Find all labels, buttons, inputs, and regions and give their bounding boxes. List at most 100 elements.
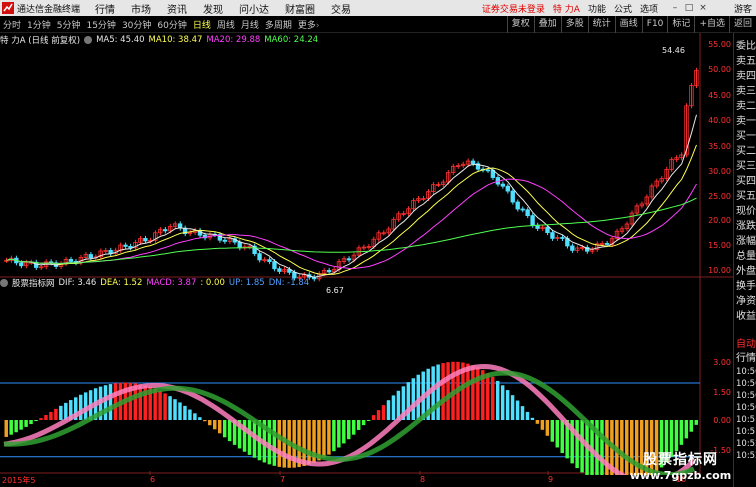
fuquan-button[interactable]: 复权 — [506, 16, 534, 33]
period-multi[interactable]: 多周期 — [262, 18, 295, 31]
macd-bar — [208, 420, 212, 426]
settings-icon[interactable] — [84, 36, 93, 44]
macd-bar — [213, 420, 217, 430]
menu-jiaoyi[interactable]: 交易 — [323, 1, 359, 16]
macd-bar — [411, 378, 416, 420]
menu-hangqing[interactable]: 行情 — [87, 1, 123, 16]
macd-bar — [694, 420, 698, 425]
kline-chart-area[interactable] — [0, 33, 733, 475]
rp-buy2: 买二 — [736, 146, 756, 157]
macd-bar — [332, 420, 336, 452]
menu-faxian[interactable]: 发现 — [195, 1, 231, 16]
macd-bar — [495, 380, 500, 420]
macd-bar — [54, 408, 58, 420]
macd-bar — [78, 394, 83, 420]
candle-body — [470, 160, 476, 165]
period-more[interactable]: 更多› — [295, 18, 323, 31]
menu-bar: 通达信金融终端 行情 市场 资讯 发现 问小达 财富圈 交易 证券交易未登录 特… — [0, 0, 756, 16]
menu-zixun[interactable]: 资讯 — [159, 1, 195, 16]
macd-bar — [14, 420, 18, 433]
macd-bar — [476, 367, 480, 420]
macd-bar — [277, 420, 281, 467]
rp-earnings: 收益 — [736, 311, 756, 322]
rp-time-3: 10:50 — [736, 403, 756, 413]
indicator-legend: 股票指标网 DIF: 3.46 DEA: 1.52 MACD: 3.87 : 0… — [0, 277, 309, 289]
stats-button[interactable]: 统计 — [587, 16, 615, 33]
watermark: 股票指标网 www.7gpzb.com — [628, 449, 733, 482]
rp-change: 涨跌 — [736, 221, 756, 232]
watermark-title: 股票指标网 — [643, 452, 718, 468]
low-price-label: 6.67 — [326, 286, 344, 295]
app-logo-icon — [2, 2, 14, 14]
rp-outer: 外盘 — [736, 266, 756, 277]
y-tick-55: 55.00 — [708, 40, 731, 49]
zero-value: : 0.00 — [200, 278, 225, 288]
watermark-url: www.7gpzb.com — [629, 469, 732, 482]
y-tick-20: 20.00 — [708, 216, 731, 225]
period-1min[interactable]: 1分钟 — [24, 18, 54, 31]
overlay-button[interactable]: 叠加 — [533, 16, 561, 33]
macd-bar — [560, 420, 564, 454]
ind-tick-3: 3.00 — [713, 358, 731, 367]
macd-bar — [153, 388, 157, 420]
mark-button[interactable]: 标记 — [667, 16, 694, 33]
macd-bar — [356, 420, 361, 430]
macd-bar — [307, 420, 311, 465]
macd-bar — [188, 409, 192, 420]
macd-bar — [113, 383, 118, 420]
macd-bar — [342, 420, 346, 444]
candle-body — [520, 208, 525, 211]
macd-bar — [44, 415, 48, 420]
candle-body — [525, 209, 530, 217]
candle-body — [237, 241, 242, 249]
macd-bar — [4, 420, 8, 437]
menu-xuanxiang[interactable]: 选项 — [640, 2, 658, 15]
back-button[interactable]: 返回 — [728, 16, 756, 33]
macd-bar — [39, 418, 43, 420]
guest-user[interactable]: 游客 — [734, 2, 752, 15]
macd-bar — [600, 420, 604, 475]
period-5min[interactable]: 5分钟 — [54, 18, 84, 31]
login-warning[interactable]: 证券交易未登录 — [482, 2, 545, 15]
period-more-label: 更多 — [297, 20, 316, 31]
macd-bar — [29, 420, 33, 425]
macd-bar — [520, 406, 525, 420]
rp-auto[interactable]: 自动 — [736, 335, 756, 350]
period-daily[interactable]: 日线 — [190, 18, 214, 31]
draw-line-button[interactable]: 画线 — [614, 16, 642, 33]
period-fenshi[interactable]: 分时 — [0, 18, 24, 31]
macd-bar — [267, 420, 272, 465]
candle-body — [326, 270, 332, 273]
dif-value: DIF: 3.46 — [58, 278, 97, 288]
rp-quote[interactable]: 行情 — [736, 349, 756, 364]
period-15min[interactable]: 15分钟 — [83, 18, 118, 31]
menu-gongshi[interactable]: 公式 — [614, 2, 632, 15]
menu-wenxiaoda[interactable]: 问小达 — [231, 1, 277, 16]
period-monthly[interactable]: 月线 — [238, 18, 262, 31]
period-60min[interactable]: 60分钟 — [154, 18, 189, 31]
candle-body — [500, 183, 505, 187]
minimize-icon[interactable]: – — [670, 3, 680, 13]
macd-bar — [540, 420, 545, 430]
menu-gongneng[interactable]: 功能 — [588, 2, 606, 15]
current-stock-short: 特 力A — [552, 4, 580, 15]
y-tick-15: 15.00 — [708, 241, 731, 250]
menu-caifuquan[interactable]: 财富圈 — [277, 1, 323, 16]
macd-bar — [366, 420, 371, 421]
multi-stock-button[interactable]: 多股 — [560, 16, 588, 33]
menu-shichang[interactable]: 市场 — [123, 1, 159, 16]
macd-bar — [550, 420, 555, 442]
macd-bar — [391, 395, 396, 420]
close-icon[interactable]: × — [698, 3, 708, 13]
macd-bar — [24, 420, 28, 427]
macd-bar — [530, 417, 535, 420]
period-weekly[interactable]: 周线 — [214, 18, 238, 31]
maximize-icon[interactable]: □ — [684, 3, 694, 13]
macd-bar — [361, 420, 366, 426]
candle-body — [346, 258, 352, 261]
candle-body — [560, 237, 565, 239]
add-favorite-button[interactable]: +自选 — [694, 16, 729, 33]
indicator-settings-icon[interactable] — [0, 279, 8, 287]
f10-button[interactable]: F10 — [641, 16, 668, 33]
period-30min[interactable]: 30分钟 — [119, 18, 154, 31]
